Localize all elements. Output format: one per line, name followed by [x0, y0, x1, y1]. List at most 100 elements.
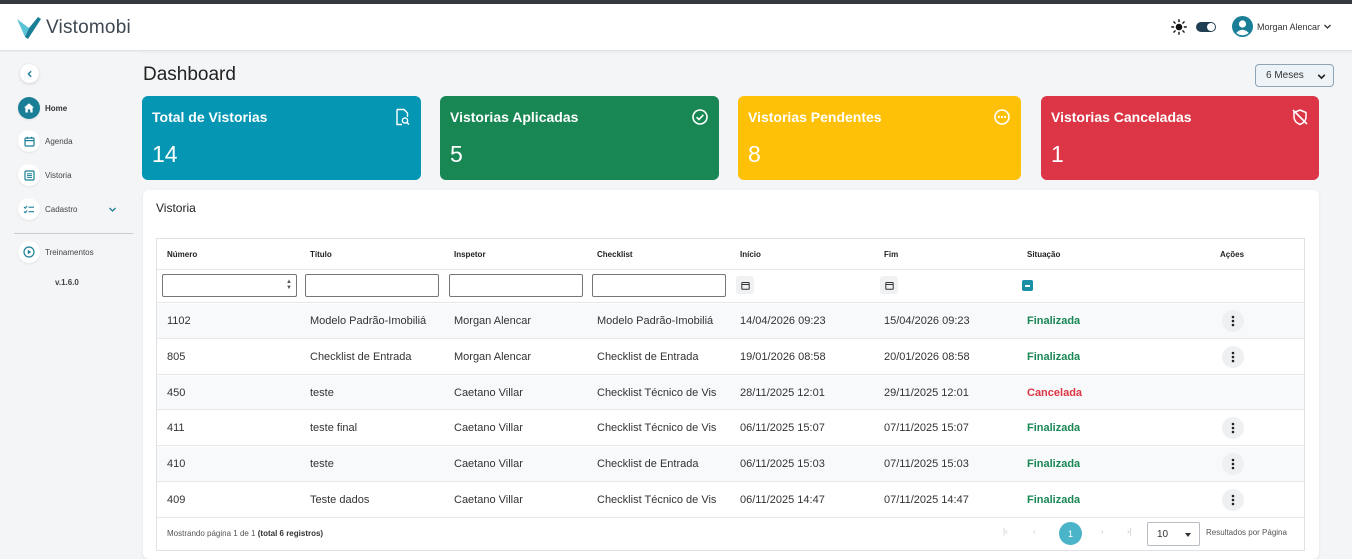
- theme-switcher[interactable]: [1171, 19, 1216, 35]
- row-actions-button[interactable]: [1222, 453, 1244, 475]
- table-row[interactable]: 450 teste Caetano Villar Checklist Técni…: [157, 376, 1304, 410]
- sidebar-item-label: Home: [45, 103, 68, 113]
- cell-inspetor: Morgan Alencar: [454, 315, 532, 327]
- column-header-numero[interactable]: Número: [167, 250, 197, 259]
- vistomobi-logo-icon: [17, 17, 41, 39]
- app-version: v.1.6.0: [55, 278, 79, 287]
- row-actions-button[interactable]: [1222, 489, 1244, 511]
- table-row[interactable]: 409 Teste dados Caetano Villar Checklist…: [157, 483, 1304, 518]
- filter-inspetor-input[interactable]: [449, 274, 583, 297]
- column-header-titulo[interactable]: Título: [310, 250, 332, 259]
- card-title: Total de Vistorias: [152, 109, 268, 125]
- chevron-down-icon: [1317, 74, 1326, 80]
- cell-numero: 1102: [167, 315, 191, 327]
- table-row[interactable]: 805 Checklist de Entrada Morgan Alencar …: [157, 340, 1304, 375]
- filter-numero-input[interactable]: ▲ ▼: [162, 274, 297, 297]
- card-title: Vistorias Pendentes: [748, 109, 882, 125]
- row-actions-button[interactable]: [1222, 346, 1244, 368]
- number-spinner-icon[interactable]: ▲ ▼: [286, 279, 292, 291]
- cell-inicio: 28/11/2025 12:01: [740, 387, 825, 399]
- cell-inspetor: Caetano Villar: [454, 387, 523, 399]
- collapse-sidebar-button[interactable]: [20, 64, 39, 83]
- chevron-left-icon: [26, 70, 32, 77]
- table-footer: Mostrando página 1 de 1 (total 6 registr…: [157, 517, 1304, 550]
- dots-circle-icon: [994, 109, 1010, 125]
- user-avatar-icon: [1232, 16, 1253, 37]
- top-navbar: Vistomobi Morgan Alencar: [0, 4, 1352, 51]
- cell-numero: 409: [167, 494, 186, 506]
- status-badge: Finalizada: [1027, 458, 1081, 470]
- column-header-situacao[interactable]: Situação: [1027, 250, 1060, 259]
- page-title: Dashboard: [143, 64, 236, 85]
- cell-checklist: Checklist de Entrada: [597, 458, 699, 470]
- sidebar-item-agenda[interactable]: Agenda: [18, 130, 128, 152]
- status-badge: Finalizada: [1027, 494, 1081, 506]
- card-vistorias-canceladas[interactable]: Vistorias Canceladas 1: [1041, 96, 1319, 180]
- cell-titulo: teste: [310, 387, 334, 399]
- next-page-icon[interactable]: ›: [1101, 527, 1104, 536]
- more-vertical-icon: [1231, 422, 1235, 434]
- sidebar-item-home[interactable]: Home: [18, 97, 128, 119]
- card-vistorias-aplicadas[interactable]: Vistorias Aplicadas 5: [440, 96, 719, 180]
- caret-down-icon: [1185, 533, 1191, 537]
- period-select[interactable]: 6 Meses: [1255, 64, 1334, 87]
- cell-fim: 15/04/2026 09:23: [884, 315, 970, 327]
- per-page-label: Resultados por Página: [1206, 528, 1287, 537]
- table-row[interactable]: 1102 Modelo Padrão-Imobiliá Morgan Alenc…: [157, 304, 1304, 339]
- row-actions-button[interactable]: [1222, 310, 1244, 332]
- cell-inspetor: Morgan Alencar: [454, 351, 532, 363]
- cell-fim: 20/01/2026 08:58: [884, 351, 970, 363]
- card-value: 8: [748, 141, 761, 167]
- cell-inspetor: Caetano Villar: [454, 458, 523, 470]
- card-value: 1: [1051, 141, 1064, 167]
- table-row[interactable]: 411 teste final Caetano Villar Checklist…: [157, 411, 1304, 446]
- pagination-page-button[interactable]: 1: [1059, 522, 1082, 545]
- cell-titulo: teste: [310, 458, 334, 470]
- search-document-icon: [396, 108, 410, 126]
- filter-checklist-input[interactable]: [592, 274, 726, 297]
- filter-situacao-checkbox[interactable]: [1022, 280, 1033, 291]
- cell-fim: 07/11/2025 14:47: [884, 494, 969, 506]
- first-page-icon[interactable]: |‹: [1003, 527, 1008, 536]
- sidebar-item-cadastro[interactable]: Cadastro: [18, 198, 128, 220]
- last-page-icon[interactable]: ›|: [1127, 527, 1132, 536]
- cell-inspetor: Caetano Villar: [454, 494, 523, 506]
- card-total-vistorias[interactable]: Total de Vistorias 14: [142, 96, 421, 180]
- table-row[interactable]: 410 teste Caetano Villar Checklist de En…: [157, 447, 1304, 482]
- per-page-value: 10: [1157, 529, 1169, 540]
- cell-titulo: Modelo Padrão-Imobiliá: [310, 315, 427, 327]
- filter-fim-date-button[interactable]: [880, 276, 898, 294]
- cell-inicio: 06/11/2025 14:47: [740, 494, 825, 506]
- theme-toggle[interactable]: [1196, 22, 1216, 32]
- sidebar-item-label: Vistoria: [45, 170, 72, 180]
- chevron-down-icon: [1324, 24, 1332, 29]
- column-header-inspetor[interactable]: Inspetor: [454, 250, 486, 259]
- sun-icon: [1171, 19, 1187, 35]
- status-badge: Finalizada: [1027, 315, 1081, 327]
- calendar-icon: [884, 281, 894, 290]
- row-actions-button[interactable]: [1222, 417, 1244, 439]
- app-logo[interactable]: Vistomobi: [16, 14, 131, 42]
- per-page-select[interactable]: 10: [1147, 522, 1200, 546]
- sidebar: Home Agenda Vistoria Cadastro Treinament…: [0, 52, 140, 559]
- status-badge: Finalizada: [1027, 422, 1081, 434]
- pagination-summary: Mostrando página 1 de 1 (total 6 registr…: [167, 529, 323, 538]
- cell-inicio: 06/11/2025 15:03: [740, 458, 825, 470]
- prev-page-icon[interactable]: ‹: [1033, 527, 1036, 536]
- more-vertical-icon: [1231, 315, 1235, 327]
- user-menu[interactable]: Morgan Alencar: [1232, 16, 1332, 37]
- column-header-inicio[interactable]: Início: [740, 250, 761, 259]
- cell-fim: 29/11/2025 12:01: [884, 387, 969, 399]
- column-header-fim[interactable]: Fim: [884, 250, 898, 259]
- card-vistorias-pendentes[interactable]: Vistorias Pendentes 8: [738, 96, 1021, 180]
- sidebar-item-treinamentos[interactable]: Treinamentos: [18, 241, 128, 263]
- filter-row: ▲ ▼: [157, 269, 1304, 303]
- filter-inicio-date-button[interactable]: [736, 276, 754, 294]
- column-header-checklist[interactable]: Checklist: [597, 250, 633, 259]
- cell-checklist: Checklist Técnico de Vis: [597, 387, 717, 399]
- cell-numero: 411: [167, 422, 185, 434]
- sidebar-item-vistoria[interactable]: Vistoria: [18, 164, 128, 186]
- play-icon: [23, 246, 35, 258]
- filter-titulo-input[interactable]: [305, 274, 439, 297]
- more-vertical-icon: [1231, 458, 1235, 470]
